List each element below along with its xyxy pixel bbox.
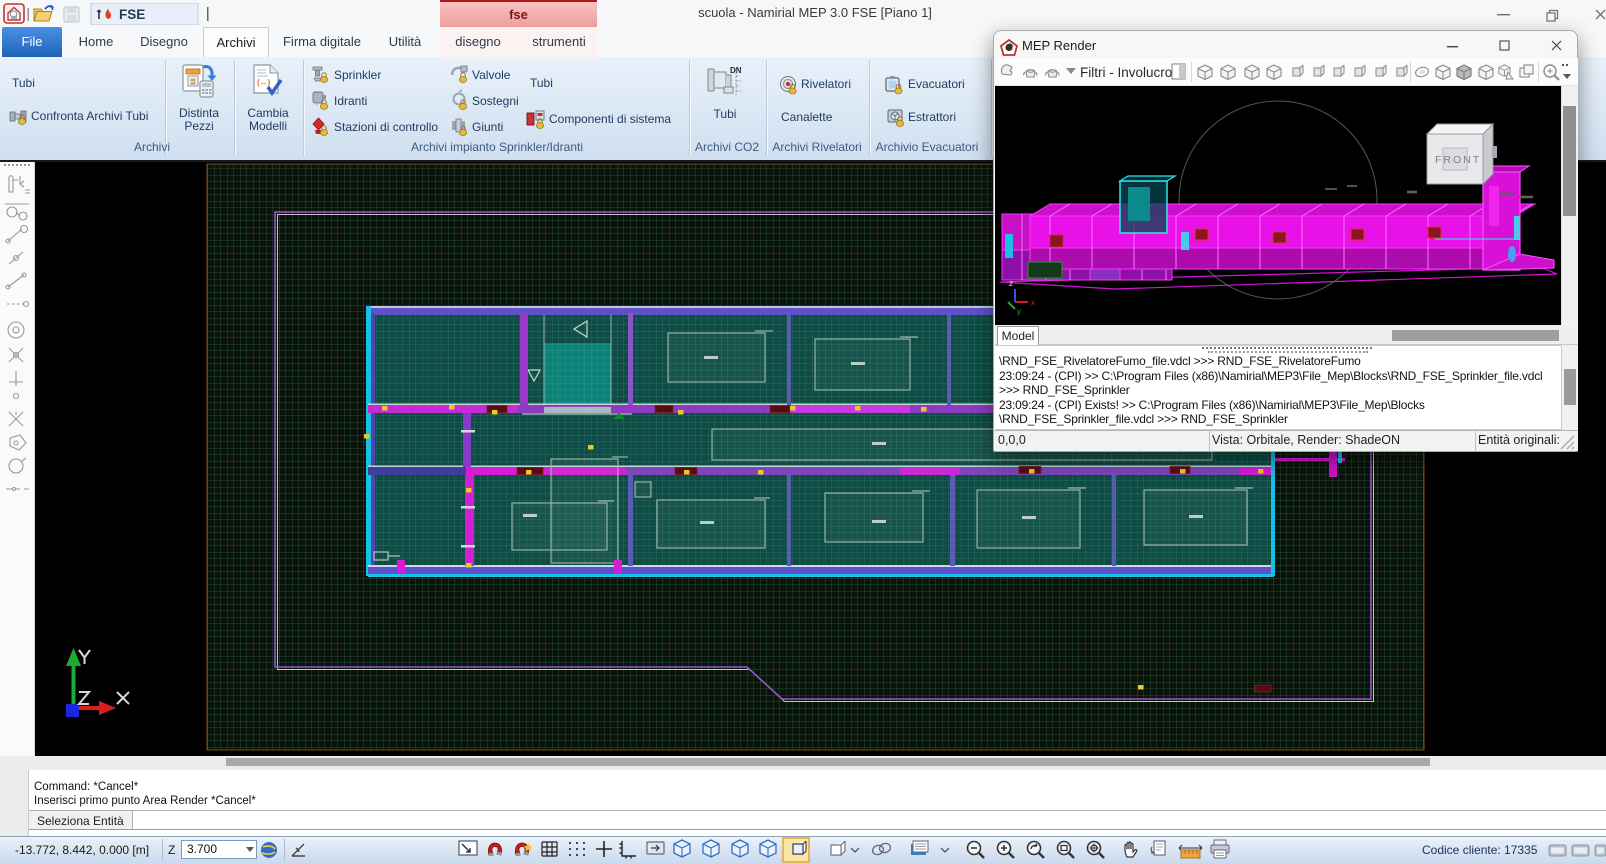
- svg-text:y: y: [1017, 307, 1021, 316]
- svg-text:Filtri - Involucro: Filtri - Involucro: [1080, 65, 1172, 80]
- svg-text:z: z: [1009, 279, 1013, 288]
- svg-text:(↔): (↔): [257, 78, 271, 87]
- svg-text:FSE: FSE: [119, 7, 145, 22]
- svg-text:x: x: [1031, 298, 1035, 307]
- svg-text:FRONT: FRONT: [1435, 154, 1481, 166]
